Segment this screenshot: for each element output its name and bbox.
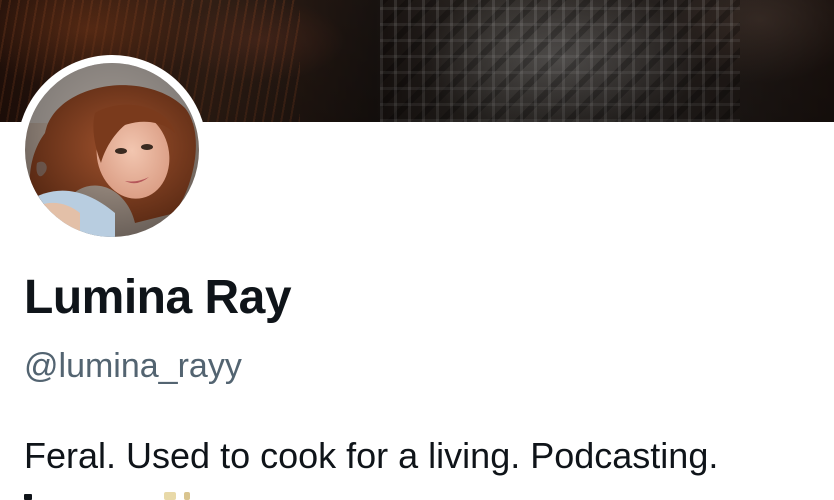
bio-next-line-partial: [24, 490, 224, 500]
partial-emoji-icon: [164, 492, 176, 500]
avatar-photo: [25, 63, 199, 237]
user-handle: @lumina_rayy: [24, 347, 242, 385]
bio-text: Feral. Used to cook for a living. Podcas…: [24, 435, 719, 476]
display-name: Lumina Ray: [24, 271, 292, 324]
profile-header: Lumina Ray @lumina_rayy Feral. Used to c…: [0, 0, 834, 500]
avatar[interactable]: [25, 63, 199, 237]
partial-glyph: [24, 494, 32, 500]
partial-emoji-icon: [184, 492, 190, 500]
